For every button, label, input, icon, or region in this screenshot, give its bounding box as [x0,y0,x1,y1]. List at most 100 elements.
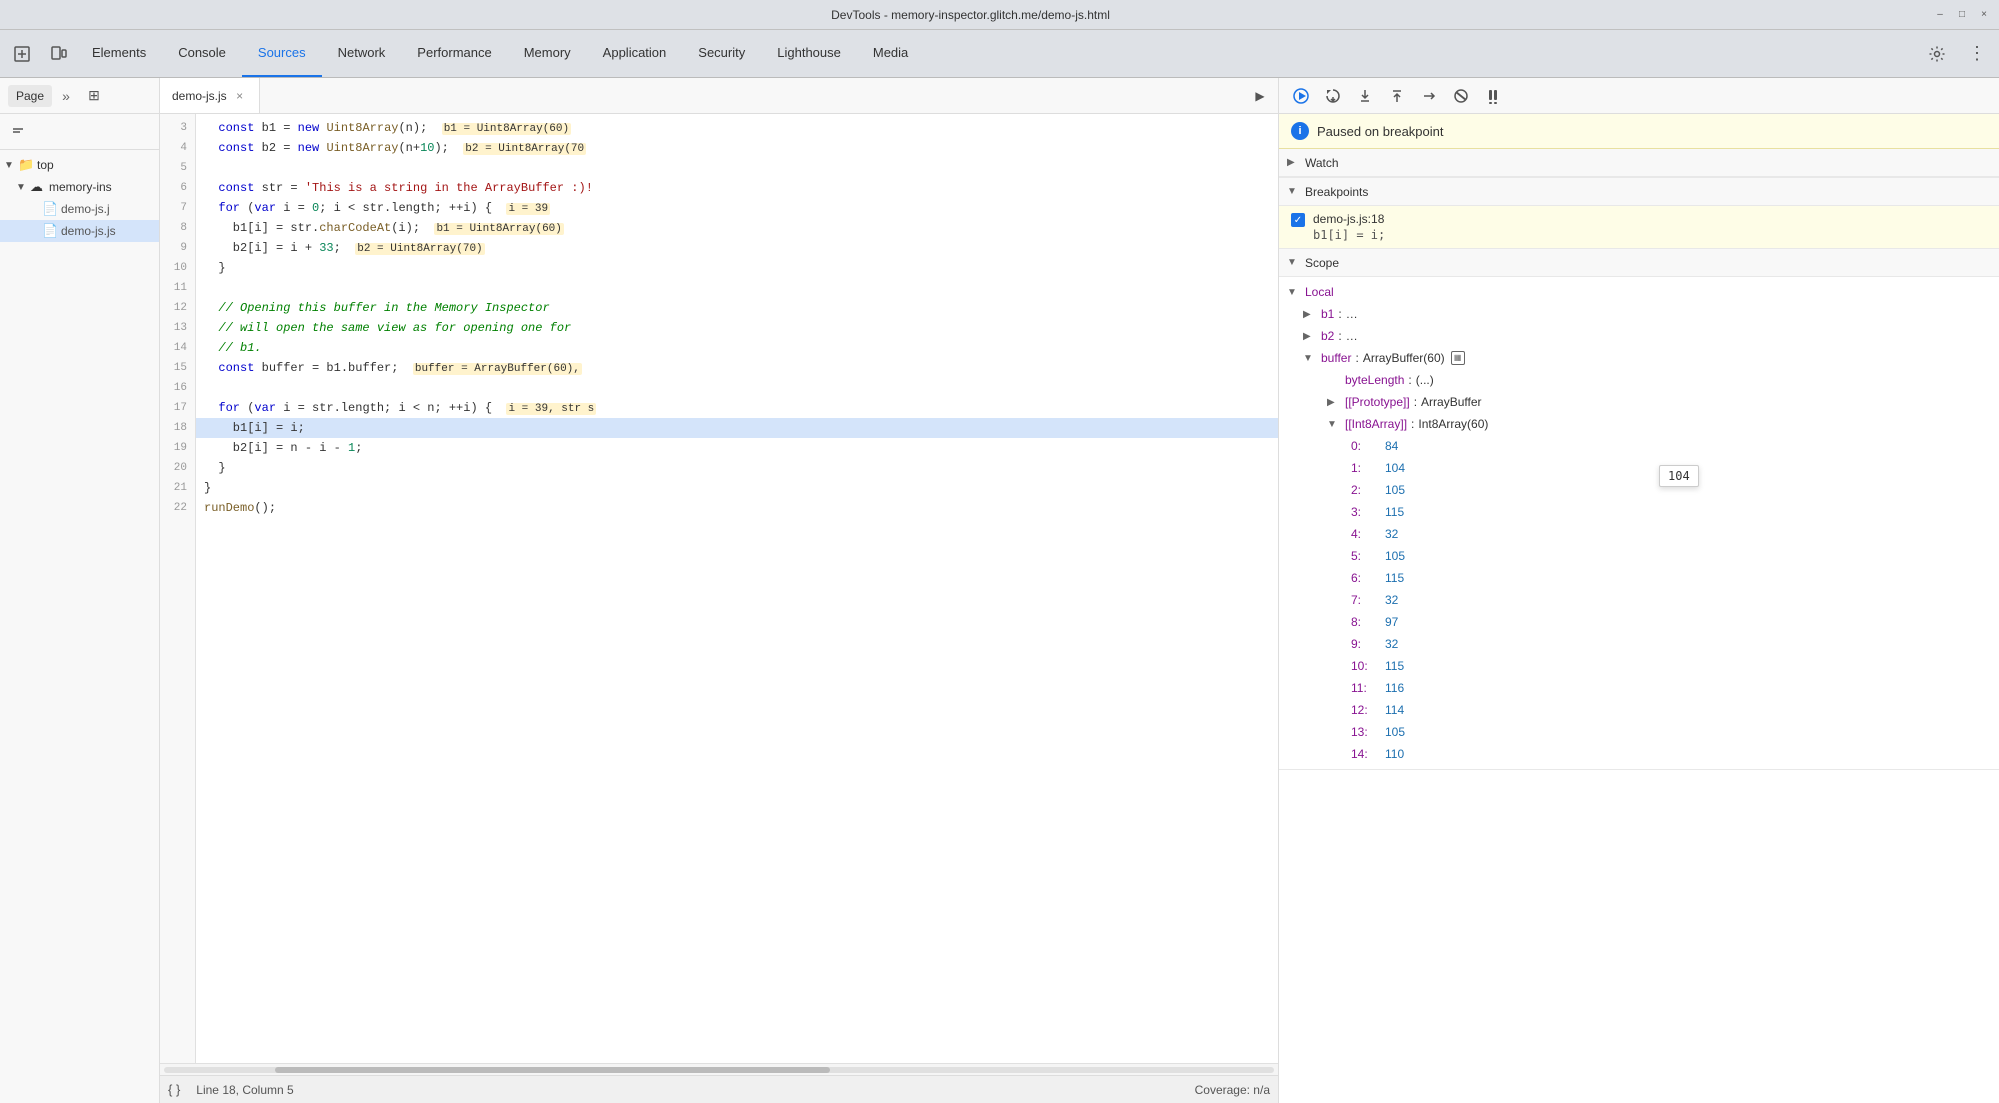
buffer-arrow: ▼ [1303,353,1317,364]
breakpoints-header[interactable]: ▼ Breakpoints [1279,178,1999,206]
right-panel: i Paused on breakpoint ▶ Watch ▼ Breakpo… [1279,78,1999,1103]
array-14: 14:110 [1279,743,1999,765]
step-out-button[interactable] [1383,82,1411,110]
more-options-button[interactable]: ⋮ [1959,36,1995,72]
file-icon-1: 📄 [42,201,58,217]
scope-int8array[interactable]: ▼ [[Int8Array]] : Int8Array(60) [1279,413,1999,435]
tree-item-memory-ins[interactable]: ▼ ☁ memory-ins [0,176,159,198]
pause-exceptions-button[interactable] [1479,82,1507,110]
run-snippet-button[interactable]: ▶ [1246,82,1274,110]
minimize-button[interactable]: – [1933,8,1947,22]
scope-b1[interactable]: ▶ b1 : … [1279,303,1999,325]
breakpoint-code: b1[i] = i; [1313,228,1385,242]
bytelength-key: byteLength [1345,373,1404,387]
b1-value: … [1346,307,1358,321]
inspect-element-button[interactable] [4,36,40,72]
array-13: 13:105 [1279,721,1999,743]
paused-banner: i Paused on breakpoint [1279,114,1999,149]
bytelength-value: (...) [1416,373,1434,387]
local-header[interactable]: ▼ Local [1279,281,1999,303]
maximize-button[interactable]: □ [1955,8,1969,22]
watch-arrow: ▶ [1287,157,1301,168]
code-lines: const b1 = new Uint8Array(n); b1 = Uint8… [196,114,1278,1063]
code-line-20: } [196,458,1278,478]
page-tab[interactable]: Page [8,85,52,107]
step-button[interactable] [1415,82,1443,110]
breakpoint-checkbox[interactable]: ✓ [1291,213,1305,227]
code-line-14: // b1. [196,338,1278,358]
scope-b2[interactable]: ▶ b2 : … [1279,325,1999,347]
tab-console[interactable]: Console [162,30,242,77]
b1-arrow: ▶ [1303,309,1317,320]
new-folder-button[interactable]: ⊞ [80,82,108,110]
format-button[interactable]: { } [168,1082,180,1097]
code-line-17: for (var i = str.length; i < n; ++i) { i… [196,398,1278,418]
step-into-button[interactable] [1351,82,1379,110]
device-toolbar-button[interactable] [40,36,76,72]
scope-section: ▼ Scope ▼ Local ▶ b1 : [1279,249,1999,770]
tab-network[interactable]: Network [322,30,402,77]
code-line-11 [196,278,1278,298]
collapse-all-button[interactable] [4,118,32,146]
scope-header[interactable]: ▼ Scope [1279,249,1999,277]
scope-prototype[interactable]: ▶ [[Prototype]] : ArrayBuffer [1279,391,1999,413]
array-9: 9:32 [1279,633,1999,655]
array-6: 6:115 [1279,567,1999,589]
buffer-key: buffer [1321,351,1351,365]
horizontal-scrollbar[interactable] [160,1063,1278,1075]
tab-lighthouse[interactable]: Lighthouse [761,30,857,77]
tab-memory[interactable]: Memory [508,30,587,77]
watch-header[interactable]: ▶ Watch [1279,149,1999,177]
tab-security[interactable]: Security [682,30,761,77]
memory-ins-arrow: ▼ [16,182,30,193]
devtools-container: Elements Console Sources Network Perform… [0,30,1999,1103]
window-title: DevTools - memory-inspector.glitch.me/de… [8,8,1933,22]
tree-item-demo-js-2[interactable]: 📄 demo-js.js [0,220,159,242]
tree-item-top[interactable]: ▼ 📁 top [0,154,159,176]
open-memory-inspector-button[interactable]: ▦ [1451,351,1465,365]
line-numbers: 3 4 5 6 7 8 9 10 11 12 13 14 15 16 17 18 [160,114,196,1063]
panel-tabs-more[interactable]: » [56,86,76,106]
memory-ins-icon: ☁ [30,179,46,195]
tab-sources[interactable]: Sources [242,30,322,77]
scrollbar-thumb[interactable] [275,1067,830,1073]
line-column-status: Line 18, Column 5 [196,1083,293,1097]
tree-item-demo-js-1[interactable]: 📄 demo-js.j [0,198,159,220]
scope-buffer[interactable]: ▼ buffer : ArrayBuffer(60) ▦ [1279,347,1999,369]
code-line-6: const str = 'This is a string in the Arr… [196,178,1278,198]
tab-elements[interactable]: Elements [76,30,162,77]
step-over-button[interactable] [1319,82,1347,110]
int8array-key: [[Int8Array]] [1345,417,1407,431]
code-editor[interactable]: 3 4 5 6 7 8 9 10 11 12 13 14 15 16 17 18 [160,114,1278,1063]
resume-button[interactable] [1287,82,1315,110]
close-button[interactable]: × [1977,8,1991,22]
buffer-value: ArrayBuffer(60) [1363,351,1445,365]
code-line-21: } [196,478,1278,498]
file-icon-2: 📄 [42,223,58,239]
scope-arrow: ▼ [1287,257,1301,268]
tab-close-button[interactable]: × [233,89,247,103]
array-8: 8:97 [1279,611,1999,633]
info-icon: i [1291,122,1309,140]
code-line-9: b2[i] = i + 33; b2 = Uint8Array(70) [196,238,1278,258]
breakpoint-info: demo-js.js:18 b1[i] = i; [1313,212,1385,242]
scope-content: ▼ Local ▶ b1 : … ▶ b2 [1279,277,1999,769]
watch-label: Watch [1305,156,1339,170]
tab-application[interactable]: Application [587,30,683,77]
scope-bytelength[interactable]: byteLength : (...) [1279,369,1999,391]
left-panel: Page » ⊞ ▼ 📁 top [0,78,160,1103]
tab-performance[interactable]: Performance [401,30,507,77]
b2-key: b2 [1321,329,1334,343]
deactivate-breakpoints-button[interactable] [1447,82,1475,110]
demo-js-label-2: demo-js.js [61,224,116,238]
settings-button[interactable] [1919,36,1955,72]
code-line-18: b1[i] = i; [196,418,1278,438]
array-11: 11:116 [1279,677,1999,699]
top-label: top [37,158,54,172]
scrollbar-track[interactable] [164,1067,1274,1073]
b2-value: … [1346,329,1358,343]
code-tab-demo-js[interactable]: demo-js.js × [160,78,260,113]
tab-media[interactable]: Media [857,30,924,77]
breakpoints-section: ▼ Breakpoints ✓ demo-js.js:18 b1[i] = i; [1279,178,1999,249]
debug-sections: ▶ Watch ▼ Breakpoints ✓ d [1279,149,1999,1103]
